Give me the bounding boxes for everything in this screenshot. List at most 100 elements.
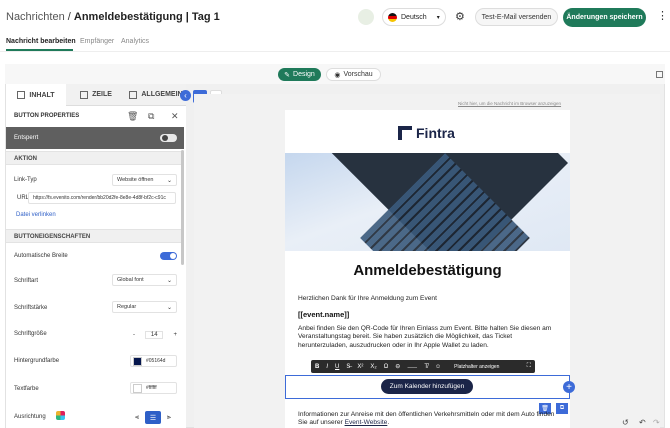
intro-text[interactable]: Herzlichen Dank für Ihre Anmeldung zum E… bbox=[298, 295, 558, 303]
background-color-swatch[interactable] bbox=[133, 356, 142, 366]
translate-icon[interactable] bbox=[358, 9, 374, 25]
language-select[interactable]: Deutsch ▾ bbox=[382, 8, 446, 26]
section-button-properties-label: BUTTONEIGENSCHAFTEN bbox=[14, 234, 91, 240]
link-icon[interactable]: ⊖ bbox=[395, 363, 400, 370]
trash-icon[interactable]: 🗑 bbox=[127, 111, 138, 122]
panel-scrollbar[interactable] bbox=[181, 150, 184, 265]
increment-icon[interactable]: + bbox=[173, 332, 177, 338]
subscript-icon[interactable]: X₂ bbox=[370, 364, 376, 370]
strikethrough-icon[interactable]: S̶ bbox=[346, 364, 350, 370]
emoji-icon[interactable]: ☺ bbox=[435, 364, 441, 370]
save-changes-button[interactable]: Änderungen speichern bbox=[563, 8, 646, 27]
add-block-icon[interactable]: + bbox=[563, 381, 575, 393]
align-right-icon[interactable]: ⫸ bbox=[161, 411, 177, 424]
pencil-icon: ✎ bbox=[284, 71, 291, 79]
url-input[interactable]: https://fs.evenito.com/render/bb20d2fe-8… bbox=[28, 192, 176, 204]
url-value: https://fs.evenito.com/render/bb20d2fe-8… bbox=[33, 195, 166, 201]
toggle-knob bbox=[162, 135, 168, 141]
chevron-down-icon: ▾ bbox=[436, 14, 440, 21]
expand-icon[interactable] bbox=[656, 71, 663, 78]
chevron-down-icon: ⌄ bbox=[166, 178, 172, 184]
font-weight-value: Regular bbox=[117, 304, 137, 310]
undo-icon[interactable]: ↶ bbox=[639, 418, 646, 427]
footer-text[interactable]: Informationen zur Anreise mit den öffent… bbox=[298, 411, 558, 428]
slack-icon bbox=[56, 411, 65, 420]
body-text[interactable]: Anbei finden Sie den QR-Code für Ihren E… bbox=[298, 325, 558, 350]
tab-recipients[interactable]: Empfänger bbox=[80, 38, 114, 45]
superscript-icon[interactable]: X² bbox=[357, 364, 363, 370]
fullscreen-icon[interactable]: ⛶ bbox=[527, 363, 531, 370]
layout-icon bbox=[129, 90, 138, 99]
alignment-label: Ausrichtung bbox=[14, 414, 46, 420]
breadcrumb-messages[interactable]: Nachrichten bbox=[6, 11, 65, 23]
copy-icon[interactable]: ⧉ bbox=[148, 111, 154, 122]
tab-content[interactable]: INHALT bbox=[6, 84, 66, 106]
font-size-stepper[interactable]: - 14 + bbox=[133, 329, 177, 340]
fintra-logo-icon bbox=[398, 126, 412, 140]
button-properties-title: BUTTON PROPERTIES bbox=[14, 113, 80, 119]
text-format-toolbar: B I U S̶ X² X₂ Ω ⊖ ⸺ T̸ ☺ Platzhalter an… bbox=[311, 360, 535, 373]
rows-icon bbox=[80, 90, 89, 99]
email-heading[interactable]: Anmeldebestätigung bbox=[285, 262, 570, 279]
chevron-down-icon: ⌄ bbox=[166, 305, 172, 311]
link-type-value: Website öffnen bbox=[117, 177, 154, 183]
align-left-icon[interactable]: ⫷ bbox=[129, 411, 145, 424]
tab-analytics[interactable]: Analytics bbox=[121, 38, 149, 45]
bold-icon[interactable]: B bbox=[315, 364, 319, 370]
auto-width-label: Automatische Breite bbox=[14, 253, 68, 259]
hero-image[interactable] bbox=[285, 153, 570, 251]
tab-row[interactable]: ZEILE bbox=[66, 84, 126, 106]
align-center-icon[interactable]: ☰ bbox=[145, 411, 161, 424]
message-tabs: Nachricht bearbeiten Empfänger Analytics bbox=[0, 34, 670, 50]
history-icon[interactable]: ↺ bbox=[622, 418, 629, 427]
font-family-select[interactable]: Global font ⌄ bbox=[112, 274, 177, 286]
collapse-panel-button[interactable]: ‹ bbox=[180, 90, 191, 101]
link-file-link[interactable]: Datei verlinken bbox=[16, 212, 56, 218]
view-in-browser-link[interactable]: Nicht hier, um die Nachricht im Browser … bbox=[458, 101, 561, 106]
gear-icon[interactable]: ⚙ bbox=[455, 10, 465, 23]
header-divider bbox=[0, 51, 670, 52]
section-button-properties: BUTTONEIGENSCHAFTEN bbox=[6, 229, 181, 243]
lock-toggle[interactable] bbox=[160, 134, 177, 142]
background-color-input[interactable]: #05164d bbox=[130, 355, 177, 367]
more-options-icon[interactable]: ⋮ bbox=[657, 9, 668, 22]
eye-icon: ◉ bbox=[334, 71, 341, 79]
clear-format-icon[interactable]: T̸ bbox=[424, 364, 428, 370]
preview-mode-button[interactable]: ◉ Vorschau bbox=[326, 68, 381, 81]
unlocked-label: Entsperrt bbox=[14, 135, 39, 141]
add-to-calendar-button[interactable]: Zum Kalender hinzufügen bbox=[381, 379, 473, 394]
background-color-value: #05164d bbox=[146, 358, 166, 364]
event-website-link[interactable]: Event-Website bbox=[345, 419, 388, 426]
close-icon[interactable]: ✕ bbox=[171, 111, 179, 122]
redo-icon[interactable]: ↷ bbox=[653, 418, 660, 427]
background-color-label: Hintergrundfarbe bbox=[14, 358, 60, 364]
link-type-label: Link-Typ bbox=[14, 177, 37, 183]
send-test-email-button[interactable]: Test-E-Mail versenden bbox=[475, 8, 558, 26]
message-title: Anmeldebestätigung | Tag 1 bbox=[73, 11, 220, 23]
german-flag-icon bbox=[388, 12, 397, 22]
tab-edit-message[interactable]: Nachricht bearbeiten bbox=[6, 38, 76, 45]
font-weight-label: Schriftstärke bbox=[14, 305, 48, 311]
line-icon[interactable]: ⸺ bbox=[407, 362, 417, 371]
text-color-input[interactable]: #ffffff bbox=[130, 382, 177, 394]
special-char-icon[interactable]: Ω bbox=[384, 364, 389, 370]
section-action: AKTION bbox=[6, 151, 181, 165]
underline-icon[interactable]: U bbox=[335, 364, 339, 370]
preview-mode-label: Vorschau bbox=[343, 71, 373, 78]
footer-period: . bbox=[387, 419, 390, 427]
auto-width-toggle[interactable] bbox=[160, 252, 177, 260]
font-weight-select[interactable]: Regular ⌄ bbox=[112, 301, 177, 313]
logo-text: Fintra bbox=[416, 125, 455, 141]
page-title: Nachrichten / Anmeldebestätigung | Tag 1 bbox=[6, 11, 220, 23]
design-mode-button[interactable]: ✎ Design bbox=[278, 68, 321, 81]
decrement-icon[interactable]: - bbox=[133, 332, 135, 338]
tab-content-label: INHALT bbox=[29, 91, 55, 99]
tab-general[interactable]: ALLGEMEIN bbox=[126, 84, 186, 106]
event-name-placeholder[interactable]: [[event.name]] bbox=[298, 310, 349, 319]
link-type-select[interactable]: Website öffnen ⌄ bbox=[112, 174, 177, 186]
chevron-down-icon: ⌄ bbox=[166, 278, 172, 284]
font-size-value[interactable]: 14 bbox=[145, 330, 164, 339]
italic-icon[interactable]: I bbox=[326, 364, 328, 370]
show-placeholder-label[interactable]: Platzhalter anzeigen bbox=[454, 364, 499, 370]
text-color-swatch[interactable] bbox=[133, 383, 142, 393]
